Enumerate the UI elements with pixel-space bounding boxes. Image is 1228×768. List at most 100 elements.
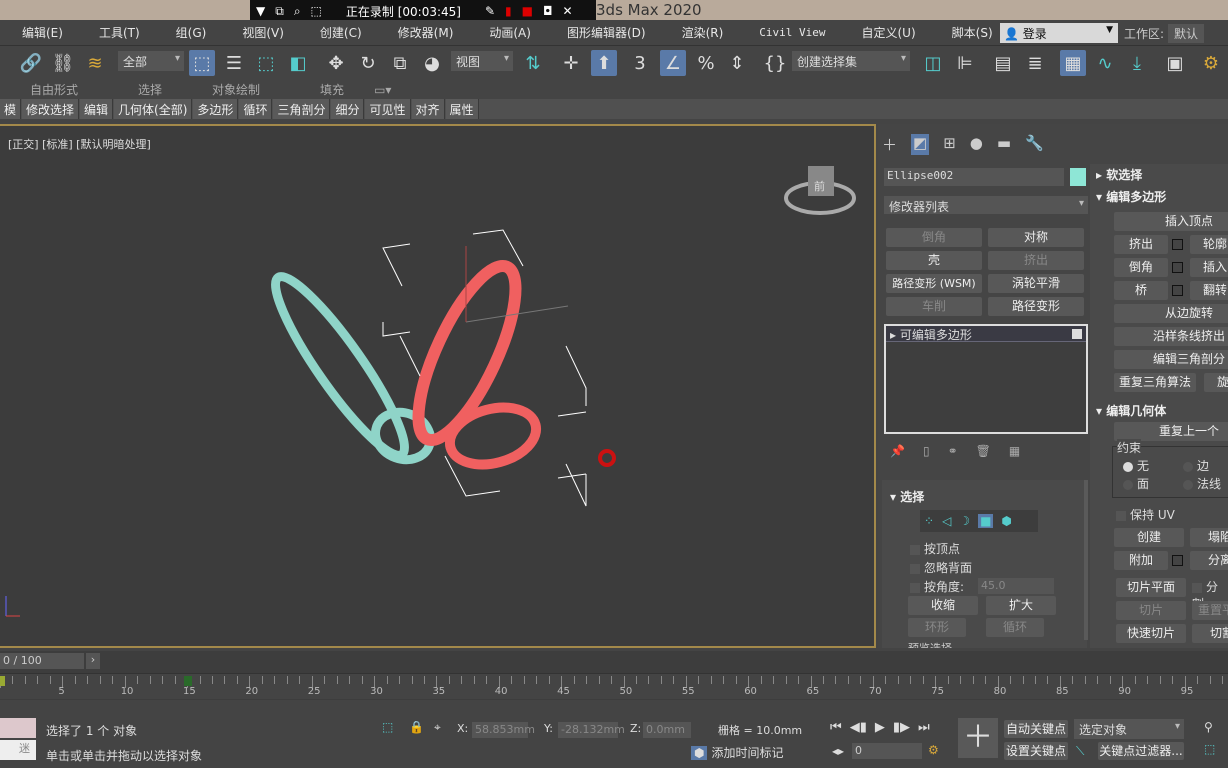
bevel-settings-icon[interactable]	[1172, 262, 1183, 273]
play-icon[interactable]: ▶	[875, 720, 885, 735]
ellipse-selected-object[interactable]	[400, 254, 543, 473]
keyboard-shortcut-icon[interactable]: ⬆	[591, 50, 617, 76]
time-configuration-icon[interactable]: ⚙	[928, 743, 939, 757]
mod-button-pathdeform-wsm[interactable]: 路径变形 (WSM)	[886, 274, 982, 293]
tab-populate[interactable]: 填充	[320, 81, 344, 98]
next-key-icon[interactable]: ▮▶	[893, 720, 910, 735]
panel-edit[interactable]: 编辑	[80, 99, 114, 119]
constraint-edge-radio[interactable]: 边	[1183, 457, 1209, 474]
slice-plane-button[interactable]: 切片平面	[1116, 578, 1186, 597]
create-button[interactable]: 创建	[1114, 528, 1184, 547]
mod-button-shell[interactable]: 壳	[886, 251, 982, 270]
y-coordinate-field[interactable]: -28.132mm	[558, 722, 625, 738]
panel-align[interactable]: 对齐	[411, 99, 445, 119]
constraint-normal-radio[interactable]: 法线	[1183, 475, 1221, 492]
zoom-region-icon[interactable]: ⬚	[1204, 742, 1215, 756]
window-crossing-icon[interactable]: ◧	[285, 50, 311, 76]
key-mode-toggle-icon[interactable]: ◂▸	[832, 744, 844, 758]
motion-tab-icon[interactable]: ●	[970, 134, 983, 155]
polygon-icon[interactable]: ■	[978, 514, 994, 528]
panel-subdivision[interactable]: 细分	[331, 99, 365, 119]
hinge-from-edge-button[interactable]: 从边旋转	[1114, 304, 1228, 323]
menu-scripting[interactable]: 脚本(S)	[930, 24, 1007, 41]
angle-spinner[interactable]: 45.0	[978, 578, 1054, 594]
ignore-backfacing-checkbox[interactable]: 忽略背面	[910, 559, 972, 576]
inset-button[interactable]: 插入	[1190, 258, 1228, 277]
selection-rollout-title[interactable]: ▾ 选择	[890, 488, 924, 505]
create-tab-icon[interactable]: ＋	[882, 134, 897, 155]
layer-explorer-icon[interactable]: ≣	[1022, 50, 1048, 76]
panel-properties[interactable]: 属性	[445, 99, 479, 119]
edit-polygons-rollout[interactable]: ▾ 编辑多边形	[1096, 188, 1166, 205]
angle-snap-icon[interactable]: ∠	[660, 50, 686, 76]
mod-button-extrude[interactable]: 挤出	[988, 251, 1084, 270]
dropdown-icon[interactable]: ▼	[256, 4, 265, 18]
turn-button[interactable]: 旋转	[1204, 373, 1228, 392]
pen-icon[interactable]: ✎	[485, 4, 495, 18]
constraint-none-radio[interactable]: 无	[1123, 457, 1149, 474]
placement-icon[interactable]: ◕	[419, 50, 445, 76]
preserve-uv-checkbox[interactable]: 保持 UV	[1116, 506, 1175, 523]
link-icon[interactable]: 🔗	[18, 50, 44, 76]
edit-geometry-rollout[interactable]: ▾ 编辑几何体	[1096, 402, 1166, 419]
workspace-value[interactable]: 默认	[1168, 23, 1205, 43]
object-name-field[interactable]: Ellipse002	[884, 168, 1064, 186]
stack-item-editable-poly[interactable]: ▸ 可编辑多边形	[886, 326, 1086, 342]
schematic-view-icon[interactable]: ⤓	[1124, 50, 1150, 76]
select-object-icon[interactable]: ⬚	[189, 50, 215, 76]
panel-geometry[interactable]: 几何体(全部)	[114, 99, 193, 119]
outline-button[interactable]: 轮廓	[1190, 235, 1228, 254]
edge-icon[interactable]: ◁	[942, 514, 951, 528]
time-slider[interactable]: 0 / 100	[0, 653, 84, 669]
absolute-mode-icon[interactable]: ⌖	[434, 720, 441, 735]
bevel-button[interactable]: 倒角	[1114, 258, 1168, 277]
panel-polygons[interactable]: 多边形	[193, 99, 239, 119]
material-editor-icon[interactable]: ▣	[1162, 50, 1188, 76]
rect-selection-icon[interactable]: ⬚	[253, 50, 279, 76]
configure-modifier-sets-icon[interactable]: ▦	[1009, 444, 1020, 458]
next-frame-icon[interactable]: ›	[86, 653, 100, 669]
bridge-button[interactable]: 桥	[1114, 281, 1168, 300]
panel-loops[interactable]: 循环	[239, 99, 273, 119]
maxscript-input[interactable]: 迷	[0, 740, 36, 760]
viewport-front[interactable]: [正交] [标准] [默认明暗处理] 前	[0, 124, 876, 648]
keyframe-marker[interactable]	[184, 676, 193, 686]
default-in-out-tangent-icon[interactable]: ⟍	[1076, 744, 1084, 759]
viewcube[interactable]: 前	[784, 166, 856, 215]
extrude-along-spline-button[interactable]: 沿样条线挤出	[1114, 327, 1228, 346]
key-filters-button[interactable]: 关键点过滤器...	[1098, 742, 1184, 760]
element-icon[interactable]: ⬢	[1001, 514, 1011, 528]
insert-vertex-button[interactable]: 插入顶点	[1114, 212, 1228, 231]
display-tab-icon[interactable]: ▬	[997, 134, 1011, 155]
by-angle-checkbox[interactable]: 按角度:	[910, 578, 964, 595]
workspace-selector[interactable]: 工作区: 默认	[1124, 23, 1228, 43]
panel-modeling[interactable]: 模	[0, 99, 22, 119]
menu-tools[interactable]: 工具(T)	[77, 24, 154, 41]
grow-button[interactable]: 扩大	[986, 596, 1056, 615]
lock-selection-icon[interactable]: 🔒	[409, 720, 424, 734]
utilities-tab-icon[interactable]: 🔧	[1025, 134, 1044, 155]
mod-button-lathe[interactable]: 车削	[886, 297, 982, 316]
isolate-selection-icon[interactable]: ⬚	[382, 720, 393, 734]
region-icon[interactable]: ⬚	[311, 4, 322, 18]
bridge-settings-icon[interactable]	[1172, 285, 1183, 296]
pause-icon[interactable]: ▮	[505, 4, 512, 18]
current-frame-field[interactable]: 0	[852, 743, 922, 759]
show-end-result-icon[interactable]: ▯	[923, 444, 930, 458]
menu-customize[interactable]: 自定义(U)	[840, 24, 930, 41]
keyframe-marker[interactable]	[0, 676, 5, 686]
z-coordinate-field[interactable]: 0.0mm	[643, 722, 691, 738]
ring-button[interactable]: 环形	[908, 618, 966, 637]
modify-tab-icon[interactable]: ◩	[911, 134, 930, 155]
stop-icon[interactable]: ■	[522, 4, 533, 18]
toggle-ribbon-icon[interactable]: ▦	[1060, 50, 1086, 76]
ribbon-options-icon[interactable]: ▭▾	[374, 83, 391, 97]
curve-editor-icon[interactable]: ∿	[1092, 50, 1118, 76]
track-bar[interactable]: 5 10 15 20 25 30 35 40 45 50 55 60 65 70 75 80 85 90 95	[0, 673, 1228, 699]
ellipse-cyan-object[interactable]	[260, 265, 437, 467]
x-coordinate-field[interactable]: 58.853mm	[472, 722, 535, 738]
extrude-button[interactable]: 挤出	[1114, 235, 1168, 254]
pin-stack-icon[interactable]: 📌	[890, 444, 905, 458]
flip-button[interactable]: 翻转	[1190, 281, 1228, 300]
menu-modifiers[interactable]: 修改器(M)	[376, 24, 468, 41]
